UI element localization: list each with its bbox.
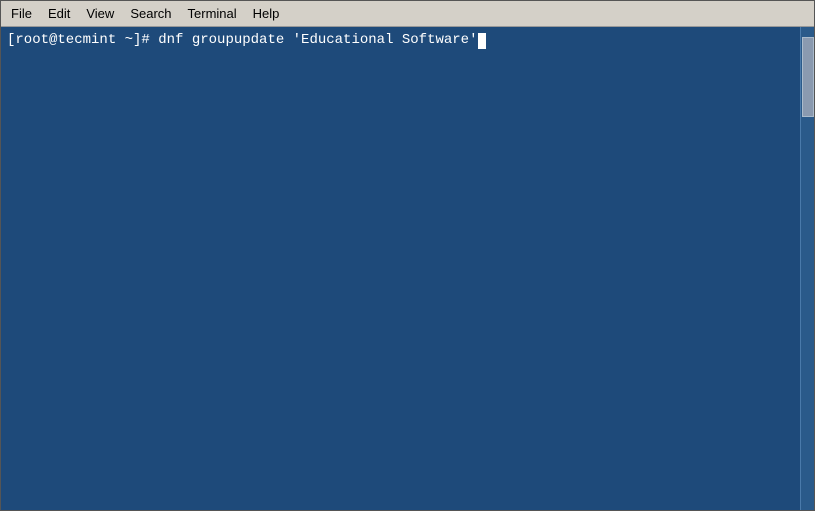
menu-help[interactable]: Help <box>245 4 288 23</box>
terminal-window: File Edit View Search Terminal Help [roo… <box>0 0 815 511</box>
scrollbar-thumb[interactable] <box>802 37 814 117</box>
menu-view[interactable]: View <box>78 4 122 23</box>
menu-search[interactable]: Search <box>122 4 179 23</box>
terminal-prompt: [root@tecmint ~]# <box>7 31 150 51</box>
menu-terminal[interactable]: Terminal <box>180 4 245 23</box>
terminal-area[interactable]: [root@tecmint ~]# dnf groupupdate 'Educa… <box>1 27 814 510</box>
terminal-command: dnf groupupdate 'Educational Software' <box>150 31 478 51</box>
scrollbar[interactable] <box>800 27 814 510</box>
terminal-cursor <box>478 33 486 49</box>
menubar: File Edit View Search Terminal Help <box>1 1 814 27</box>
menu-edit[interactable]: Edit <box>40 4 78 23</box>
menu-file[interactable]: File <box>3 4 40 23</box>
terminal-line: [root@tecmint ~]# dnf groupupdate 'Educa… <box>7 31 808 51</box>
